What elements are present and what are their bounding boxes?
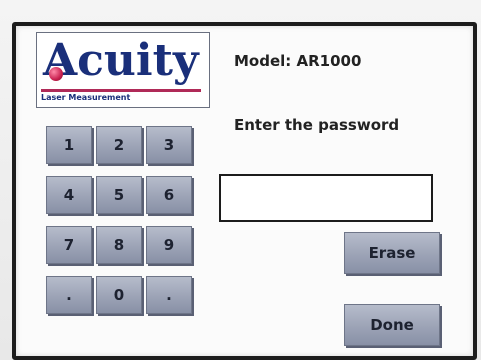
device-bezel: Acuity Laser Measurement Model: AR1000 E… [0,0,481,360]
key-2[interactable]: 2 [96,126,142,164]
numeric-keypad: 1 2 3 4 5 6 7 8 9 . 0 . [46,126,196,322]
key-dot-right[interactable]: . [146,276,192,314]
laser-dot-icon [49,67,63,81]
done-button[interactable]: Done [344,304,440,346]
key-9[interactable]: 9 [146,226,192,264]
touch-screen: Acuity Laser Measurement Model: AR1000 E… [12,22,477,360]
key-6[interactable]: 6 [146,176,192,214]
key-3[interactable]: 3 [146,126,192,164]
acuity-logo: Acuity Laser Measurement [36,32,210,108]
erase-button[interactable]: Erase [344,232,440,274]
key-8[interactable]: 8 [96,226,142,264]
key-4[interactable]: 4 [46,176,92,214]
password-prompt: Enter the password [234,116,400,134]
key-7[interactable]: 7 [46,226,92,264]
logo-underline [41,89,201,92]
password-input[interactable] [219,174,433,222]
model-label: Model: AR1000 [234,52,362,70]
key-dot-left[interactable]: . [46,276,92,314]
logo-brand-text: Acuity [43,35,199,86]
key-5[interactable]: 5 [96,176,142,214]
key-0[interactable]: 0 [96,276,142,314]
key-1[interactable]: 1 [46,126,92,164]
logo-tagline: Laser Measurement [41,93,131,102]
